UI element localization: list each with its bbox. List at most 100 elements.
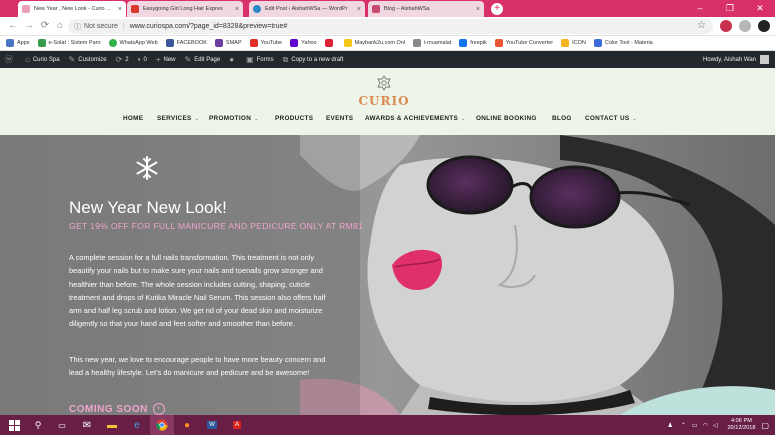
imuamalat-icon [413, 39, 422, 47]
wp-new[interactable]: + New [156, 55, 176, 64]
tab-new-year[interactable]: New Year , New Look - Curio Spa × [18, 1, 126, 17]
omnibox[interactable]: ⓘ Not secure | www.curiospa.com/?page_id… [68, 19, 713, 34]
chevron-down-icon: ⌄ [254, 116, 259, 122]
chevron-up-icon[interactable]: ⌃ [681, 422, 686, 429]
wp-updates[interactable]: ⟳ 2 [116, 55, 129, 64]
tab-easygoing[interactable]: Easygoing Girl Long Hair Expres × [127, 1, 243, 17]
close-icon[interactable]: × [476, 6, 480, 13]
close-icon[interactable]: × [357, 6, 361, 13]
windows-taskbar: ⚲ ▭ ✉ ▬ e ● W A ♟ ⌃ ▭ ◠ ◁ 4:06 PM 20/12/… [0, 415, 775, 435]
bookmark-yt-converter[interactable]: YouTube Converter [494, 39, 553, 47]
extension-icon[interactable] [739, 20, 751, 32]
battery-icon[interactable]: ▭ [692, 422, 698, 429]
edge-icon[interactable]: e [125, 415, 149, 435]
wp-site-name[interactable]: ⌂ Curio Spa [25, 55, 60, 64]
bookmark-color-tool[interactable]: Color Tool - Materia [593, 39, 653, 47]
coming-soon-link[interactable]: COMING SOON › [69, 403, 165, 415]
curio-logo-mark-icon[interactable] [376, 75, 392, 91]
bookmark-apps[interactable]: Apps [6, 39, 30, 47]
file-explorer-icon[interactable]: ▬ [100, 415, 124, 435]
chevron-down-icon: ⌄ [194, 116, 200, 122]
bookmark-imuamalat[interactable]: i-muamalat [413, 39, 451, 47]
start-windows-icon[interactable] [2, 415, 26, 435]
blog-favicon-icon [372, 5, 380, 13]
plus-icon: + [155, 55, 161, 64]
new-tab-button[interactable]: + [491, 3, 503, 15]
nav-events[interactable]: EVENTS [326, 115, 353, 122]
extension-icon[interactable] [720, 20, 732, 32]
nav-promotion[interactable]: PROMOTION ⌄ [209, 115, 259, 122]
color-tool-icon [593, 39, 602, 47]
site-logo[interactable]: CURIO [350, 94, 418, 108]
close-icon[interactable]: × [118, 6, 122, 13]
bookmark-star-icon[interactable]: ☆ [697, 20, 706, 31]
divider: | [122, 23, 125, 30]
site-header: CURIO HOME SERVICES ⌄ PROMOTION ⌄ PRODUCTS… [0, 68, 775, 135]
updates-icon: ⟳ [115, 55, 123, 64]
wp-account-menu[interactable]: Howdy, Aishah Wan [703, 51, 769, 68]
bookmark-facebook[interactable]: FACEBOOK [165, 39, 207, 47]
notifications-icon[interactable]: ▢ [761, 421, 769, 430]
chevron-down-icon: ⌄ [461, 116, 466, 122]
nav-online-booking[interactable]: ONLINE BOOKING [476, 115, 537, 122]
mail-icon[interactable]: ✉ [75, 415, 99, 435]
wordpress-icon: ⓦ [5, 55, 13, 64]
task-view-icon[interactable]: ▭ [50, 415, 74, 435]
bookmark-icon-site[interactable]: ICON [561, 39, 586, 47]
whatsapp-icon [108, 39, 117, 47]
gmail-icon [131, 5, 139, 13]
people-icon[interactable]: ♟ [667, 422, 672, 429]
bookmark-youtube[interactable]: YouTube [249, 39, 282, 47]
info-icon[interactable]: ⓘ [74, 22, 81, 32]
bookmark-unnamed[interactable] [324, 39, 336, 47]
wp-comments[interactable]: ▪ 0 [138, 55, 147, 64]
url-text[interactable]: www.curiospa.com/?page_id=8328&preview=t… [130, 23, 288, 30]
bookmark-esolat[interactable]: e-Solat : Sistem Paro [37, 39, 101, 47]
promo-subtitle: GET 19% OFF FOR FULL MANICURE AND PEDICU… [69, 221, 364, 231]
chevron-down-icon: ⌄ [632, 116, 637, 122]
wp-edit-page[interactable]: ✎ Edit Page [185, 55, 221, 64]
maximize-button[interactable]: ❐ [715, 0, 745, 17]
wp-customize[interactable]: ✎ Customize [69, 55, 107, 64]
search-icon[interactable]: ⚲ [26, 415, 50, 435]
bookmark-yahoo[interactable]: Yahoo [290, 39, 317, 47]
taskbar-clock[interactable]: 4:06 PM 20/12/2018 [727, 418, 755, 432]
network-icon[interactable]: ◠ [703, 422, 708, 429]
avatar [760, 55, 769, 64]
acrobat-icon[interactable]: A [225, 415, 249, 435]
nav-products[interactable]: PRODUCTS [275, 115, 313, 122]
home-icon[interactable]: ⌂ [53, 19, 67, 33]
home-icon: ⌂ [25, 55, 30, 64]
bookmark-whatsapp[interactable]: WhatsApp Web [108, 39, 158, 47]
close-icon[interactable]: × [235, 6, 239, 13]
bookmark-maybank[interactable]: Maybank2u.com Onl [343, 39, 405, 47]
word-icon[interactable]: W [200, 415, 224, 435]
system-tray: ♟ ⌃ ▭ ◠ ◁ 4:06 PM 20/12/2018 ▢ [667, 415, 775, 435]
minimize-button[interactable]: – [685, 0, 715, 17]
nav-contact-us[interactable]: CONTACT US ⌄ [585, 115, 637, 122]
chrome-icon[interactable] [150, 415, 174, 435]
back-icon[interactable]: ← [6, 19, 20, 33]
firefox-icon[interactable]: ● [175, 415, 199, 435]
nav-blog[interactable]: BLOG [552, 115, 572, 122]
wordpress-icon [253, 5, 261, 13]
forward-icon[interactable]: → [22, 19, 36, 33]
wp-forms[interactable]: ▣ Forms [246, 55, 274, 64]
wp-logo-menu[interactable]: ⓦ [5, 54, 16, 65]
converter-icon [494, 39, 503, 47]
bookmark-smap[interactable]: SMAP [214, 39, 242, 47]
wp-copy-draft[interactable]: ⧉ Copy to a new draft [283, 55, 344, 65]
nav-services[interactable]: SERVICES ⌄ [157, 115, 199, 122]
reload-icon[interactable]: ⟳ [38, 19, 52, 33]
nav-awards[interactable]: AWARDS & ACHIEVEMENTS ⌄ [365, 115, 466, 122]
window-close-button[interactable]: ✕ [745, 0, 775, 17]
tab-edit-post[interactable]: Edit Post ‹ AishahWSa — WordPr × [249, 1, 365, 17]
wp-seo[interactable]: ● [229, 55, 237, 64]
profile-avatar[interactable] [758, 20, 770, 32]
esolat-icon [37, 39, 46, 47]
nav-home[interactable]: HOME [123, 115, 143, 122]
volume-icon[interactable]: ◁ [713, 422, 718, 429]
tab-blog[interactable]: Blog – AishahWSa × [368, 1, 484, 17]
yahoo-icon [290, 39, 299, 47]
bookmark-freepik[interactable]: freepik [459, 39, 487, 47]
